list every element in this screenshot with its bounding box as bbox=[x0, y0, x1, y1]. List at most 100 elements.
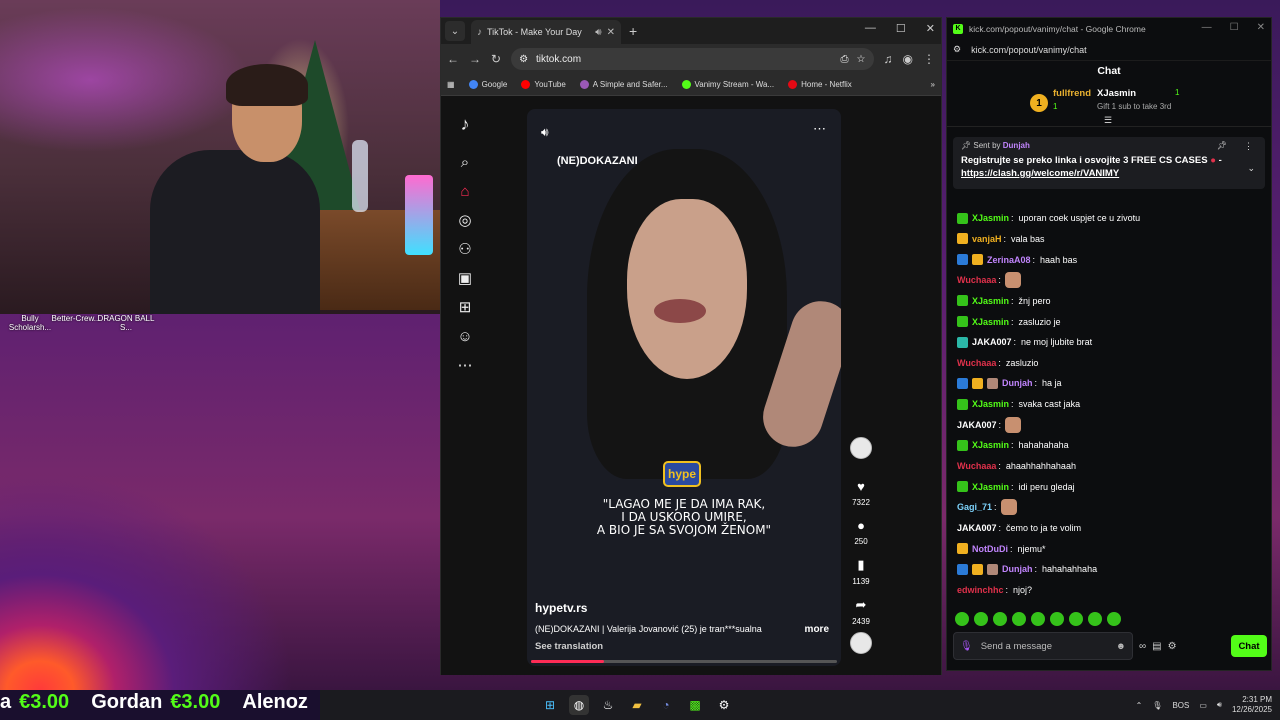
emote-icon[interactable] bbox=[1050, 612, 1064, 626]
emote-icon[interactable] bbox=[1069, 612, 1083, 626]
desktop-icon[interactable]: DRAGON BALL S... bbox=[96, 314, 156, 332]
new-tab-button[interactable]: + bbox=[629, 23, 637, 39]
filter-icon[interactable]: ☰ bbox=[1104, 115, 1112, 126]
video-player[interactable]: 🔊︎ ⋯ (NE)DOKAZANI hype "LAGAO ME JE DA I… bbox=[527, 109, 841, 666]
chat-username[interactable]: JAKA007 bbox=[957, 523, 997, 533]
chat-username[interactable]: XJasmin bbox=[972, 296, 1009, 306]
pinned-sender[interactable]: Dunjah bbox=[1003, 141, 1030, 150]
home-icon[interactable]: ⌂ bbox=[454, 180, 476, 202]
bookmark-vanimy[interactable]: Vanimy Stream - Wa... bbox=[681, 80, 774, 89]
see-translation-link[interactable]: See translation bbox=[535, 641, 603, 652]
chat-username[interactable]: ZerinaA08 bbox=[987, 255, 1031, 265]
address-bar[interactable]: ⚙︎ tiktok.com ⎙ ☆ bbox=[511, 48, 874, 70]
minimize-icon[interactable]: — bbox=[1202, 22, 1212, 33]
video-author[interactable]: hypetv.rs bbox=[535, 601, 587, 615]
star-icon[interactable]: ☆ bbox=[857, 54, 866, 65]
share-icon[interactable]: ➦ bbox=[856, 597, 867, 613]
creator-avatar[interactable] bbox=[850, 437, 872, 459]
pin-icon[interactable]: 📌︎ bbox=[1217, 141, 1227, 150]
more-button[interactable]: more bbox=[805, 624, 829, 635]
bookmark-google[interactable]: Google bbox=[468, 80, 507, 89]
volume-icon[interactable]: 🔊︎ bbox=[541, 125, 549, 140]
forward-icon[interactable]: → bbox=[469, 52, 481, 66]
chat-username[interactable]: edwinchhc bbox=[957, 585, 1004, 595]
back-icon[interactable]: ← bbox=[447, 52, 459, 66]
menu-icon[interactable]: ⋮ bbox=[923, 52, 935, 66]
emote-icon[interactable] bbox=[955, 612, 969, 626]
chat-input[interactable]: 🎙︎ Send a message ☻ bbox=[953, 632, 1133, 660]
music-disc-icon[interactable] bbox=[850, 632, 872, 654]
tab-search-button[interactable]: ⌄ bbox=[445, 21, 465, 41]
pinned-more-icon[interactable]: ⋮ bbox=[1244, 141, 1253, 152]
mic-icon[interactable]: 🎙︎ bbox=[960, 641, 973, 652]
minimize-icon[interactable]: — bbox=[865, 22, 876, 35]
chat-username[interactable]: Wuchaaa bbox=[957, 461, 996, 471]
tiktok-logo-icon[interactable]: ♪ bbox=[454, 113, 476, 135]
comment-icon[interactable]: ● bbox=[857, 518, 865, 533]
chat-username[interactable]: NotDuDi bbox=[972, 544, 1008, 554]
bookmark-icon[interactable]: ▮ bbox=[857, 557, 864, 573]
more-bookmarks-icon[interactable]: » bbox=[931, 80, 935, 89]
maximize-icon[interactable]: ☐ bbox=[896, 22, 906, 35]
chat-username[interactable]: XJasmin bbox=[972, 317, 1009, 327]
chrome-icon[interactable]: ◍ bbox=[569, 695, 589, 715]
chat-username[interactable]: XJasmin bbox=[972, 399, 1009, 409]
runner-up-name[interactable]: XJasmin bbox=[1097, 88, 1136, 99]
speaker-icon[interactable]: 🔊︎ bbox=[595, 27, 601, 38]
network-icon[interactable]: ▭ bbox=[1199, 701, 1207, 710]
video-menu-icon[interactable]: ⋯ bbox=[813, 121, 827, 137]
chat-username[interactable]: XJasmin bbox=[972, 482, 1009, 492]
reload-icon[interactable]: ↻ bbox=[491, 52, 501, 66]
chat-username[interactable]: Dunjah bbox=[1002, 564, 1033, 574]
apps-icon[interactable]: ▦ bbox=[447, 80, 455, 89]
emote-icon[interactable] bbox=[974, 612, 988, 626]
language-indicator[interactable]: BOS bbox=[1172, 701, 1189, 710]
chat-username[interactable]: Wuchaaa bbox=[957, 358, 996, 368]
chat-username[interactable]: Dunjah bbox=[1002, 378, 1033, 388]
chat-username[interactable]: Gagi_71 bbox=[957, 502, 992, 512]
bookmark-youtube[interactable]: YouTube bbox=[521, 80, 566, 89]
leader-name[interactable]: fullfrend bbox=[1053, 88, 1091, 99]
infinity-icon[interactable]: ∞ bbox=[1139, 641, 1146, 652]
chevron-up-icon[interactable]: ⌃ bbox=[1136, 701, 1143, 710]
emoji-icon[interactable]: ☻ bbox=[1116, 641, 1126, 652]
bookmark-netflix[interactable]: Home - Netflix bbox=[788, 80, 852, 89]
close-icon[interactable]: ✕ bbox=[1257, 22, 1265, 33]
close-tab-icon[interactable]: ✕ bbox=[607, 27, 615, 38]
chat-username[interactable]: XJasmin bbox=[972, 440, 1009, 450]
search-icon[interactable]: ⌕ bbox=[454, 151, 476, 173]
windows-start-icon[interactable]: ⊞ bbox=[540, 695, 560, 715]
profile-icon[interactable]: ☺ bbox=[454, 325, 476, 347]
pinned-link[interactable]: https://clash.gg/welcome/r/VANIMY bbox=[961, 168, 1119, 179]
following-icon[interactable]: ⚇ bbox=[454, 238, 476, 260]
send-chat-button[interactable]: Chat bbox=[1231, 635, 1267, 657]
more-icon[interactable]: ⋯ bbox=[454, 354, 476, 376]
store-icon[interactable]: ▤ bbox=[1152, 641, 1161, 652]
upload-icon[interactable]: ⊞ bbox=[454, 296, 476, 318]
emote-icon[interactable] bbox=[1031, 612, 1045, 626]
maximize-icon[interactable]: ☐ bbox=[1230, 22, 1239, 33]
kick-address-bar[interactable]: ⚙︎ kick.com/popout/vanimy/chat bbox=[947, 39, 1271, 61]
site-info-icon[interactable]: ⚙︎ bbox=[953, 44, 961, 55]
steam-icon[interactable]: ♨ bbox=[598, 695, 618, 715]
bookmark-simple[interactable]: A Simple and Safer... bbox=[579, 80, 668, 89]
emote-icon[interactable] bbox=[993, 612, 1007, 626]
file-explorer-icon[interactable]: ▰ bbox=[627, 695, 647, 715]
tab-tiktok[interactable]: ♪ TikTok - Make Your Day 🔊︎ ✕ bbox=[471, 20, 621, 44]
profile-icon[interactable]: ◉ bbox=[903, 52, 913, 66]
settings-icon[interactable]: ⚙︎ bbox=[714, 695, 734, 715]
site-info-icon[interactable]: ⚙︎ bbox=[519, 54, 528, 65]
volume-icon[interactable]: 🔊︎ bbox=[1217, 700, 1222, 710]
media-icon[interactable]: ♫ bbox=[884, 52, 893, 66]
video-progress-bar[interactable] bbox=[531, 660, 837, 663]
install-icon[interactable]: ⎙ bbox=[841, 54, 849, 65]
heart-icon[interactable]: ♥ bbox=[857, 479, 865, 494]
emote-icon[interactable] bbox=[1107, 612, 1121, 626]
close-icon[interactable]: ✕ bbox=[926, 22, 935, 35]
chat-username[interactable]: vanjaH bbox=[972, 234, 1002, 244]
settings-icon[interactable]: ⚙︎ bbox=[1168, 641, 1177, 652]
clock[interactable]: 2:31 PM 12/26/2025 bbox=[1232, 695, 1272, 715]
kick-app-icon[interactable]: ▩ bbox=[685, 695, 705, 715]
chat-username[interactable]: Wuchaaa bbox=[957, 275, 996, 285]
chat-username[interactable]: JAKA007 bbox=[972, 337, 1012, 347]
